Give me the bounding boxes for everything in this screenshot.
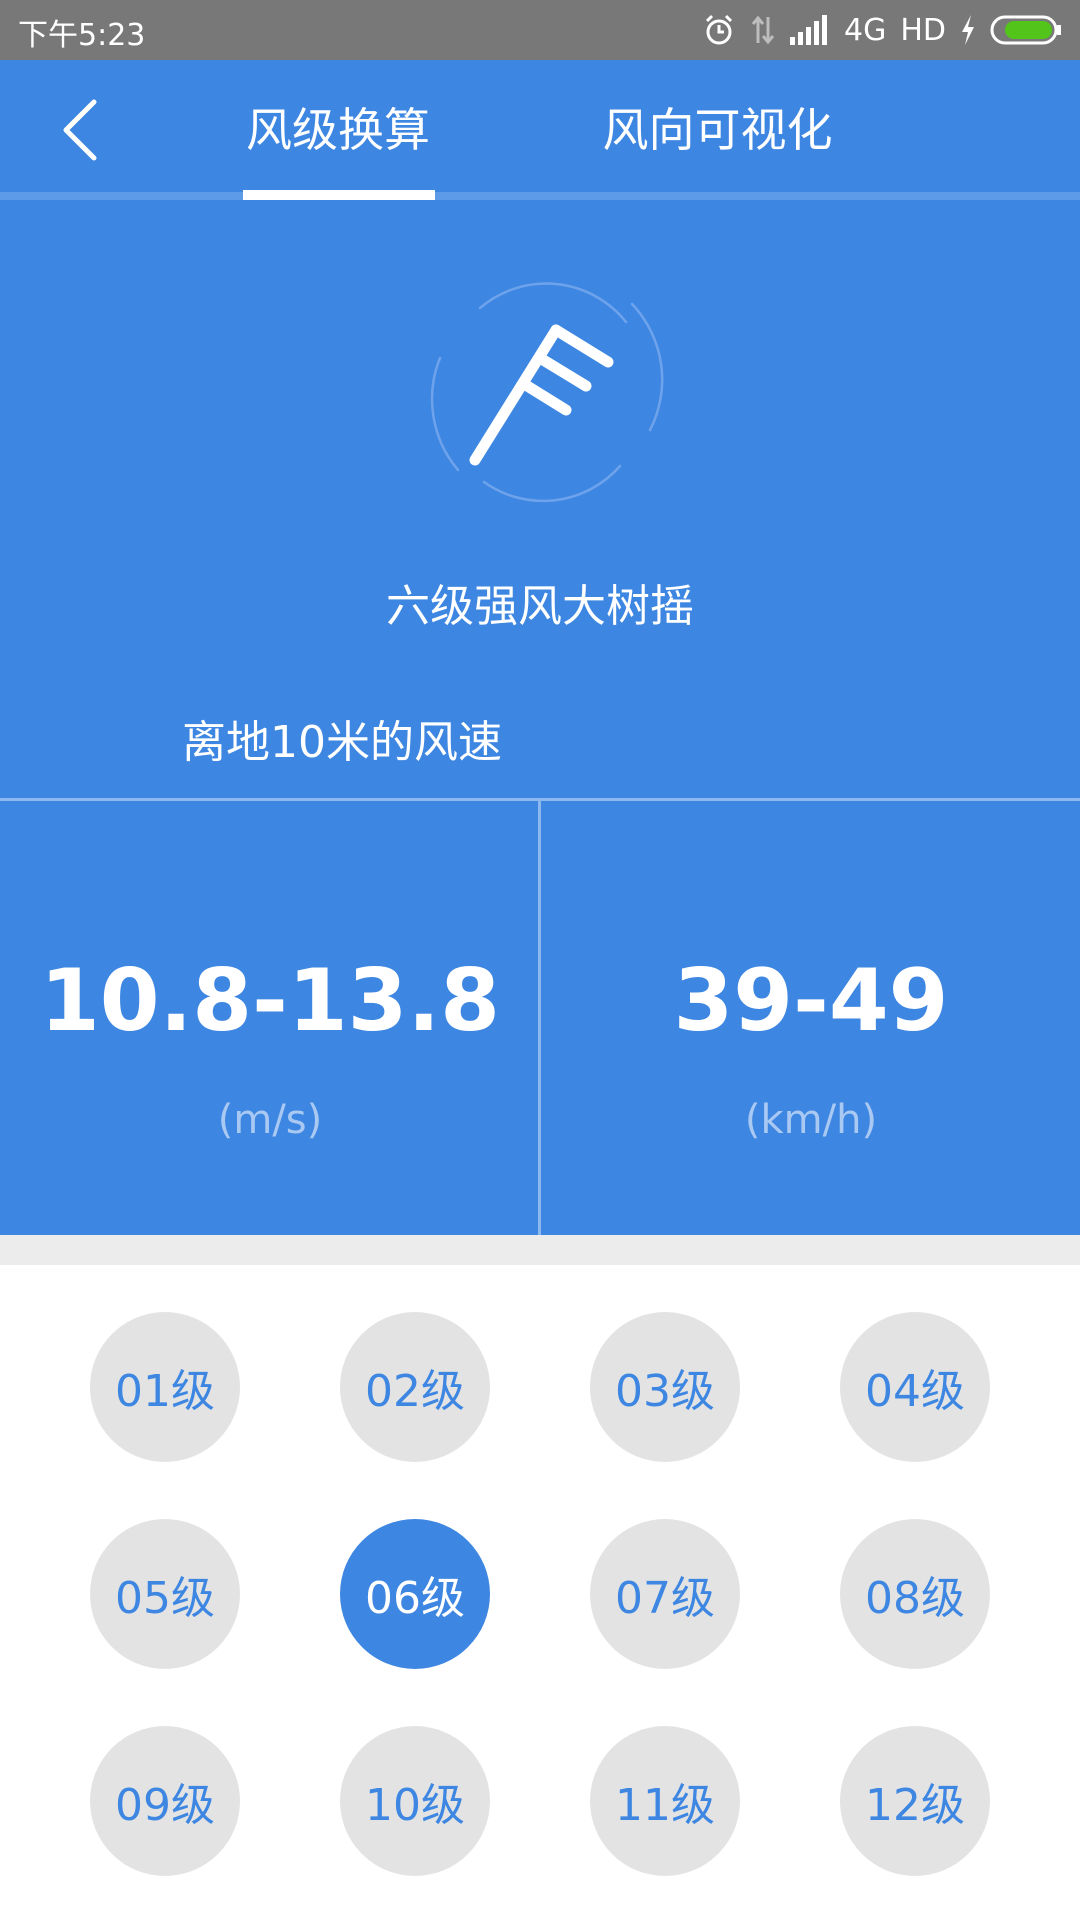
level-button-10[interactable]: 10级 [340, 1726, 490, 1876]
panel-divider [538, 801, 541, 1235]
level-button-08[interactable]: 08级 [840, 1519, 990, 1669]
back-arrow-icon [63, 99, 97, 161]
level-button-03[interactable]: 03级 [590, 1312, 740, 1462]
charging-icon [962, 15, 974, 45]
speed-unit-ms: (m/s) [217, 1097, 323, 1143]
speed-unit-kmh: (km/h) [744, 1097, 878, 1143]
wind-level-title: 六级强风大树摇 [386, 581, 694, 632]
speed-panel-ms: 10.8-13.8 (m/s) [0, 801, 540, 1235]
status-bar: 下午5:23 4G HD [0, 0, 1080, 60]
status-time: 下午5:23 [18, 18, 146, 53]
level-button-04[interactable]: 04级 [840, 1312, 990, 1462]
tab-wind-level-conversion[interactable]: 风级换算 [240, 90, 436, 170]
alarm-icon [705, 14, 733, 45]
tab-wind-direction-visualization[interactable]: 风向可视化 [590, 90, 845, 170]
wind-flag-icon [430, 282, 664, 503]
status-icons: 4G HD [702, 8, 1062, 52]
network-type: 4G [843, 12, 887, 48]
header-divider [0, 192, 1080, 200]
level-button-07[interactable]: 07级 [590, 1519, 740, 1669]
level-button-12[interactable]: 12级 [840, 1726, 990, 1876]
level-button-05[interactable]: 05级 [90, 1519, 240, 1669]
speed-value-ms: 10.8-13.8 [39, 951, 501, 1051]
signal-icon [789, 15, 827, 45]
back-button[interactable] [40, 90, 120, 170]
active-tab-indicator [243, 190, 435, 200]
top-nav: 风级换算 风向可视化 [0, 60, 1080, 200]
hd-label: HD [900, 12, 946, 48]
speed-panel-kmh: 39-49 (km/h) [541, 801, 1080, 1235]
speed-value-kmh: 39-49 [673, 951, 949, 1051]
level-button-01[interactable]: 01级 [90, 1312, 240, 1462]
battery-icon [990, 15, 1061, 45]
section-separator [0, 1235, 1080, 1265]
speed-caption: 离地10米的风速 [182, 717, 502, 768]
data-transfer-icon [751, 15, 775, 45]
level-button-09[interactable]: 09级 [90, 1726, 240, 1876]
level-button-06[interactable]: 06级 [340, 1519, 490, 1669]
level-button-11[interactable]: 11级 [590, 1726, 740, 1876]
level-button-02[interactable]: 02级 [340, 1312, 490, 1462]
